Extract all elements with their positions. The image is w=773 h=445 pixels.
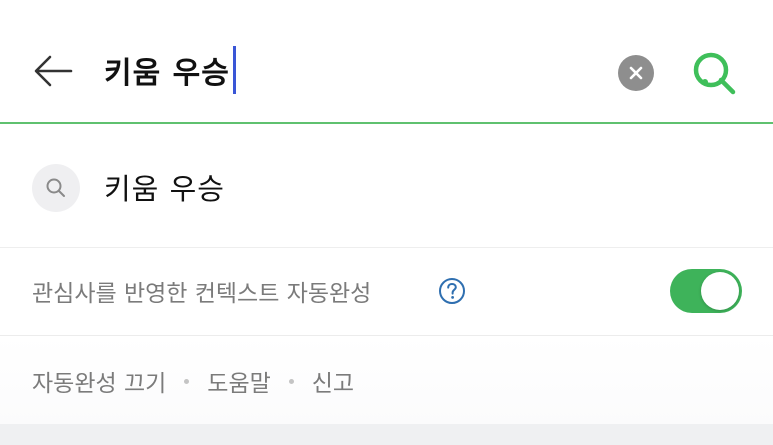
search-input[interactable]: 키움 우승 [104, 46, 236, 94]
suggestion-item[interactable]: 키움 우승 [0, 126, 773, 248]
help-link[interactable]: 도움말 [207, 364, 270, 398]
search-query-text: 키움 우승 [104, 56, 230, 91]
suggestion-text: 키움 우승 [104, 172, 225, 206]
arrow-left-icon [34, 55, 73, 87]
context-autocomplete-toggle[interactable] [670, 269, 742, 313]
clear-button[interactable] [618, 55, 654, 91]
context-autocomplete-label: 관심사를 반영한 컨텍스트 자동완성 [32, 281, 372, 307]
autocomplete-footer: 자동완성 끄기 도움말 신고 [0, 336, 773, 424]
text-caret [232, 46, 236, 94]
back-button[interactable] [30, 50, 76, 92]
search-submit-button[interactable] [688, 48, 740, 98]
footer-links: 자동완성 끄기 도움말 신고 [32, 364, 354, 398]
search-icon [46, 178, 65, 197]
report-link[interactable]: 신고 [312, 364, 354, 398]
search-page: 키움 우승 키움 우승 관심사를 반영한 컨텍스트 자동완성 자동완성 끄기 도… [0, 0, 773, 445]
suggestion-icon-badge [32, 164, 80, 212]
search-bar: 키움 우승 [0, 0, 773, 124]
separator-dot [184, 378, 190, 384]
search-icon [693, 52, 736, 95]
bottom-divider-band [0, 424, 773, 445]
close-icon [629, 66, 643, 80]
question-icon[interactable] [438, 277, 466, 305]
separator-dot [288, 378, 294, 384]
toggle-knob [701, 272, 739, 310]
turn-off-autocomplete-link[interactable]: 자동완성 끄기 [32, 364, 166, 398]
context-autocomplete-row: 관심사를 반영한 컨텍스트 자동완성 [0, 248, 773, 336]
